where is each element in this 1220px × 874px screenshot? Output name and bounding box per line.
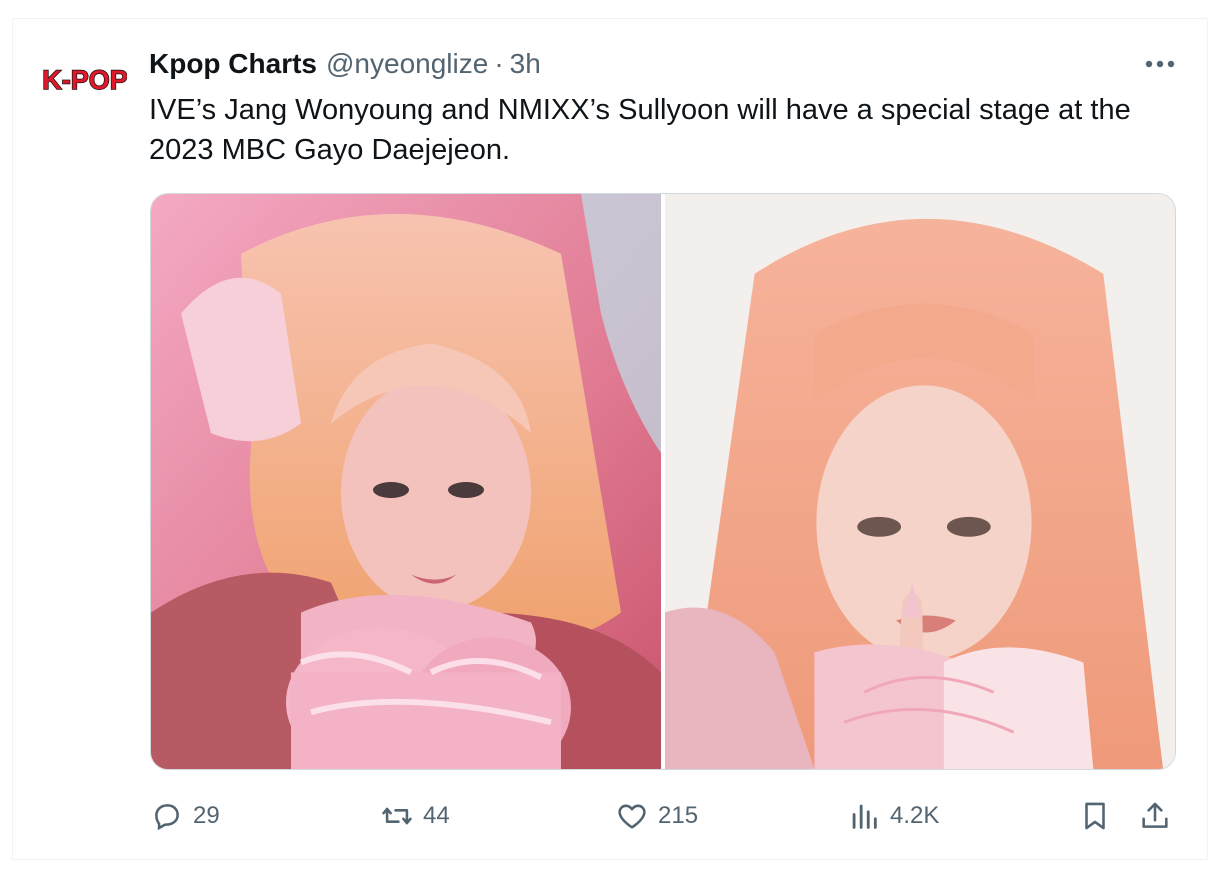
svg-text:K-POP: K-POP — [43, 65, 127, 95]
portrait-photo-2 — [665, 194, 1175, 769]
tweet-photo-2[interactable] — [665, 194, 1175, 769]
reply-icon — [155, 804, 179, 831]
header-separator: · — [494, 48, 504, 79]
share-icon — [1142, 802, 1168, 828]
more-options-button[interactable] — [1138, 50, 1182, 78]
author-name[interactable]: Kpop Charts — [149, 48, 317, 80]
retweet-icon — [382, 807, 412, 825]
share-button[interactable] — [1138, 794, 1172, 838]
portrait-photo-1 — [151, 194, 661, 769]
media-grid — [150, 193, 1176, 770]
more-dots-icon — [1145, 60, 1175, 68]
heart-icon — [618, 804, 646, 829]
like-button[interactable]: 215 — [615, 794, 698, 838]
tweet-photo-1[interactable] — [151, 194, 661, 769]
reply-button[interactable]: 29 — [150, 794, 220, 838]
author-avatar[interactable]: K-POP — [40, 56, 130, 104]
tweet-timestamp[interactable]: 3h — [510, 48, 541, 80]
like-count: 215 — [658, 802, 699, 829]
retweet-count: 44 — [423, 802, 450, 829]
retweet-button[interactable]: 44 — [380, 794, 450, 838]
reply-count: 29 — [193, 802, 220, 829]
author-handle[interactable]: @nyeonglize — [326, 48, 488, 80]
tweet-text: IVE’s Jang Wonyoung and NMIXX’s Sullyoon… — [149, 94, 1131, 166]
tweet-actions: 29 44 215 4.2K — [150, 794, 1180, 838]
views-chart-icon — [852, 804, 877, 829]
view-count: 4.2K — [890, 802, 940, 829]
views-button[interactable]: 4.2K — [847, 794, 939, 838]
tweet-header: Kpop Charts @nyeonglize · 3h — [149, 46, 541, 82]
kpop-logo-icon: K-POP — [43, 64, 127, 95]
bookmark-button[interactable] — [1078, 794, 1112, 838]
bookmark-icon — [1085, 802, 1105, 830]
